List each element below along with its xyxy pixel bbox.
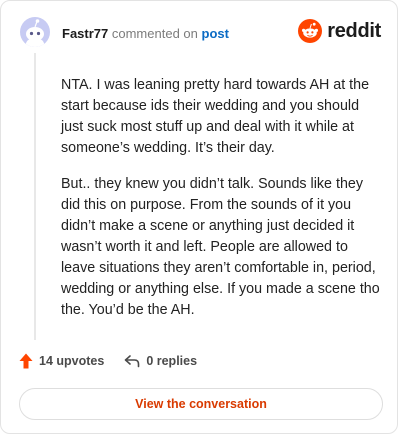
thread-line xyxy=(34,53,36,340)
reply-count: 0 replies xyxy=(146,354,198,368)
replies-indicator[interactable]: 0 replies xyxy=(124,354,197,368)
comment-paragraph: NTA. I was leaning pretty hard towards A… xyxy=(61,77,370,156)
comment-header: Fastr77 commented on post xyxy=(62,26,229,42)
upvote-arrow-icon xyxy=(19,353,33,369)
embedded-comment-card: Fastr77 commented on post reddit NTA. I … xyxy=(0,0,398,434)
commented-on-text: commented on xyxy=(111,26,198,41)
comment-meta: 14 upvotes 0 replies xyxy=(19,353,197,369)
post-link[interactable]: post xyxy=(202,26,229,41)
username-link[interactable]: Fastr77 xyxy=(62,26,108,41)
view-conversation-button[interactable]: View the conversation xyxy=(19,388,383,420)
upvote-count: 14 upvotes xyxy=(39,354,105,368)
reddit-snoo-logo-icon xyxy=(298,19,323,43)
reply-arrow-icon xyxy=(125,355,140,368)
reddit-logo[interactable]: reddit xyxy=(298,19,381,43)
user-avatar-icon[interactable] xyxy=(20,17,50,47)
comment-body: NTA. I was leaning pretty hard towards A… xyxy=(61,75,381,336)
comment-paragraph: But.. they knew you didn’t talk. Sounds … xyxy=(61,176,380,318)
reddit-wordmark: reddit xyxy=(327,19,381,42)
upvotes-indicator[interactable]: 14 upvotes xyxy=(19,353,104,369)
